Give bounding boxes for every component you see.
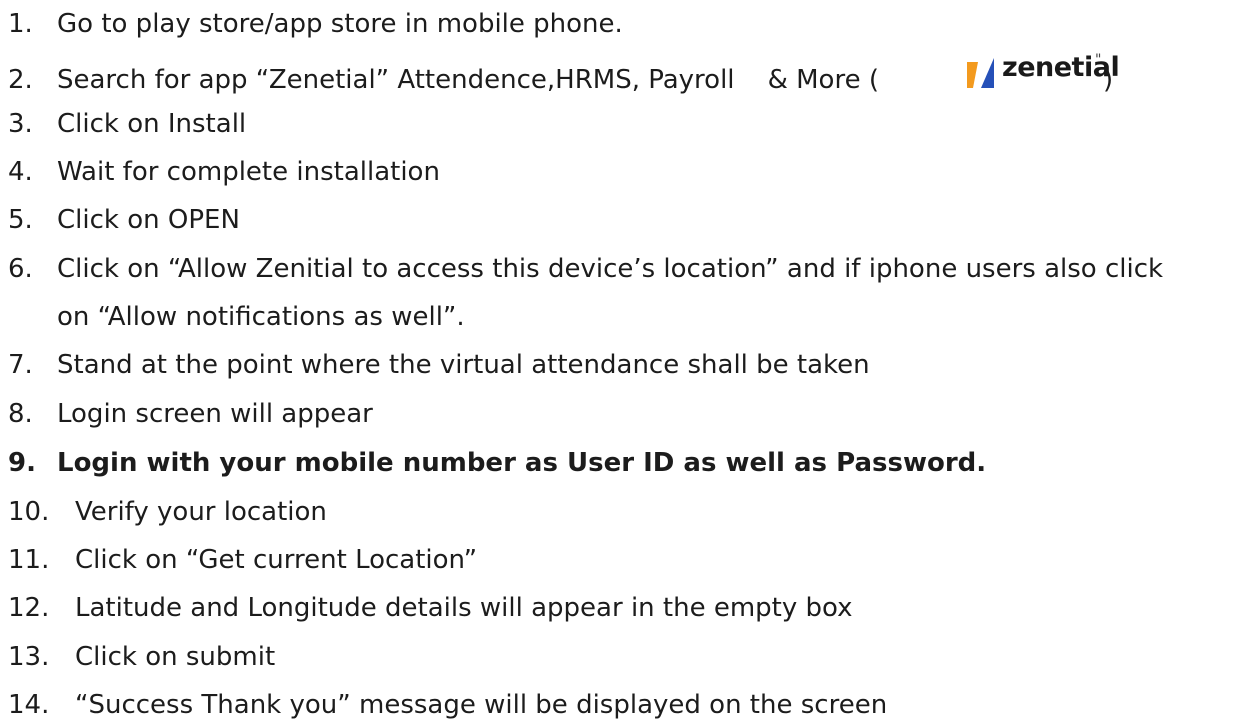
step-text: Click on “Allow Zenitial to access this … <box>57 254 1164 284</box>
step-6-continuation: on “Allow notifications as well”. <box>57 302 465 332</box>
step-number: 6. <box>8 254 33 284</box>
step-text: Click on Install <box>57 109 247 139</box>
step-text: Login with your mobile number as User ID… <box>57 448 987 478</box>
step-number: 13. <box>8 642 50 672</box>
step-text: Verify your location <box>75 497 327 527</box>
step-text: Click on “Get current Location” <box>75 545 478 575</box>
logo-mark: " <box>1095 52 1102 68</box>
step-number: 10. <box>8 497 50 527</box>
step-number: 11. <box>8 545 50 575</box>
step-text: Click on submit <box>75 642 276 672</box>
step-text: Latitude and Longitude details will appe… <box>75 593 853 623</box>
closing-parenthesis: ) <box>1103 65 1114 95</box>
step-number: 7. <box>8 350 33 380</box>
step-number: 12. <box>8 593 50 623</box>
step-text: Login screen will appear <box>57 399 373 429</box>
zenetial-logo-icon <box>967 58 994 88</box>
step-number: 5. <box>8 205 33 235</box>
zenetial-logo: zenetial " <box>964 52 1124 92</box>
logo-wordmark: zenetial <box>1002 52 1120 83</box>
step-number: 3. <box>8 109 33 139</box>
step-number: 9. <box>8 448 36 478</box>
step-text: Stand at the point where the virtual att… <box>57 350 870 380</box>
step-number: 8. <box>8 399 33 429</box>
step-text: Wait for complete installation <box>57 157 440 187</box>
step-text: Search for app “Zenetial” Attendence,HRM… <box>57 65 879 95</box>
step-text: Go to play store/app store in mobile pho… <box>57 9 623 39</box>
step-text: Click on OPEN <box>57 205 240 235</box>
step-number: 2. <box>8 65 33 95</box>
step-number: 1. <box>8 9 33 39</box>
step-number: 14. <box>8 690 50 720</box>
step-text: “Success Thank you” message will be disp… <box>75 690 888 720</box>
instruction-document: 1. Go to play store/app store in mobile … <box>0 0 1247 721</box>
step-number: 4. <box>8 157 33 187</box>
